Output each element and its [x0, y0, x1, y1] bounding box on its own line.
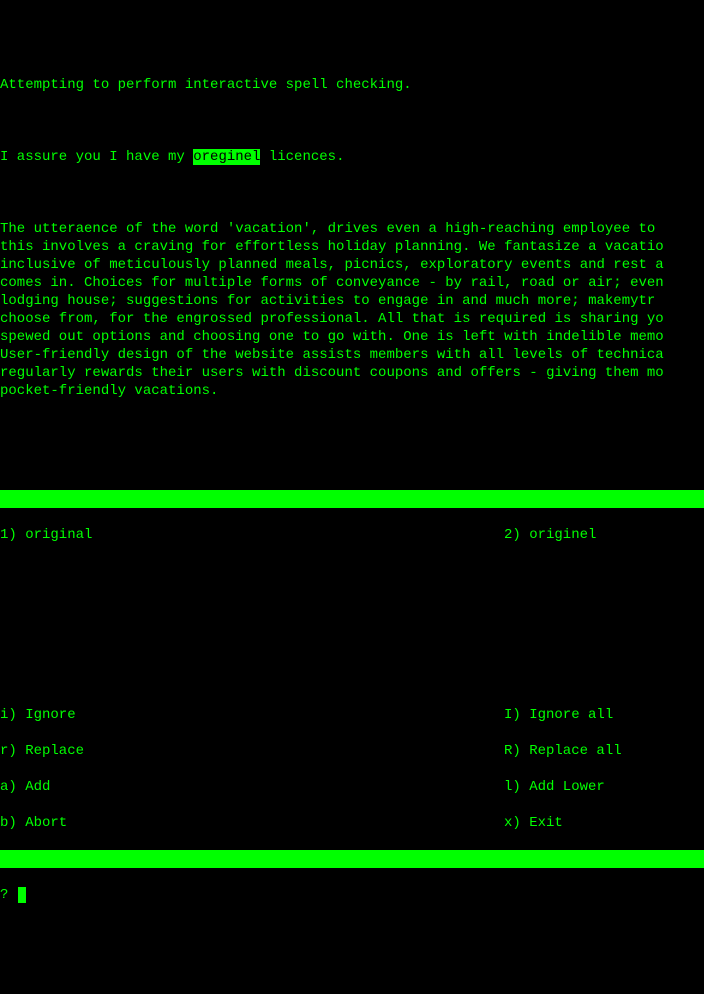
terminal-screen: Attempting to perform interactive spell … — [0, 54, 704, 922]
suggestion-2[interactable]: 2) originel — [504, 527, 596, 543]
command-row: a) Add l) Add Lower — [0, 778, 704, 796]
command-row: b) Abort x) Exit — [0, 814, 704, 832]
cmd-ignore[interactable]: i) Ignore — [0, 707, 76, 723]
cmd-abort[interactable]: b) Abort — [0, 815, 67, 831]
blank-line — [0, 418, 704, 436]
context-line: I assure you I have my oreginel licences… — [0, 148, 704, 166]
status-line: Attempting to perform interactive spell … — [0, 76, 704, 94]
suggestion-1[interactable]: 1) original — [0, 527, 92, 543]
blank-line — [0, 670, 704, 688]
command-row: r) Replace R) Replace all — [0, 742, 704, 760]
cmd-replace-all[interactable]: R) Replace all — [504, 743, 622, 759]
separator-bar — [0, 490, 704, 508]
prompt-line[interactable]: ? — [0, 886, 704, 904]
blank-line — [0, 598, 704, 616]
blank-line — [0, 562, 704, 580]
paragraph-text: The utteraence of the word 'vacation', d… — [0, 220, 704, 400]
cmd-add-lower[interactable]: l) Add Lower — [504, 779, 605, 795]
cmd-ignore-all[interactable]: I) Ignore all — [504, 707, 613, 723]
blank-line — [0, 184, 704, 202]
misspelled-word: oreginel — [193, 149, 260, 165]
cmd-add[interactable]: a) Add — [0, 779, 50, 795]
blank-line — [0, 454, 704, 472]
prompt-text: ? — [0, 886, 17, 904]
blank-line — [0, 634, 704, 652]
cursor — [18, 887, 26, 903]
cmd-exit[interactable]: x) Exit — [504, 815, 563, 831]
separator-bar — [0, 850, 704, 868]
cmd-replace[interactable]: r) Replace — [0, 743, 84, 759]
command-row: i) Ignore I) Ignore all — [0, 706, 704, 724]
suggestion-row: 1) original 2) originel — [0, 526, 704, 544]
blank-line — [0, 112, 704, 130]
